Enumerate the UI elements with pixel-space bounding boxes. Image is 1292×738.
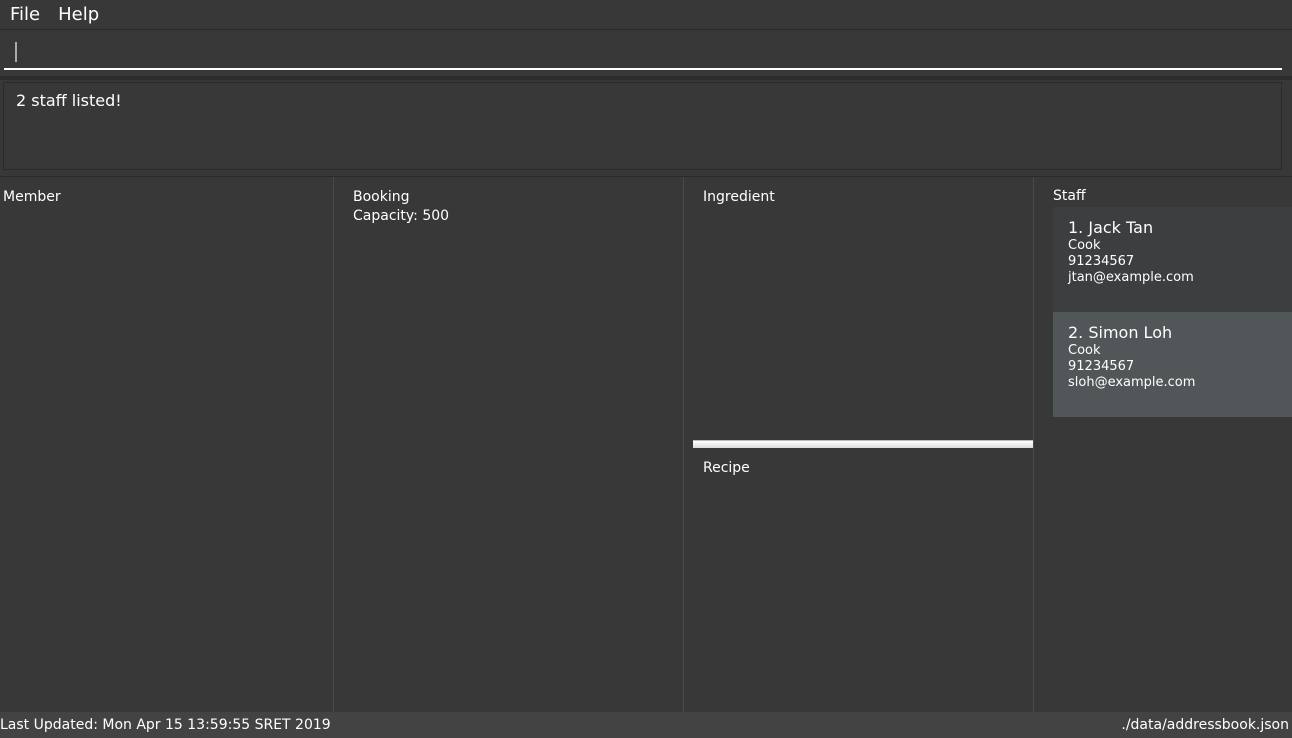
staff-role: Cook: [1068, 343, 1101, 358]
staff-card[interactable]: 1. Jack Tan Cook 91234567 jtan@example.c…: [1053, 207, 1292, 312]
staff-name: 2. Simon Loh: [1068, 323, 1173, 342]
staff-title: Staff: [1053, 188, 1086, 204]
staff-phone: 91234567: [1068, 254, 1135, 269]
split-pane-divider[interactable]: [693, 440, 1033, 448]
staff-phone: 91234567: [1068, 359, 1135, 374]
result-display: 2 staff listed!: [3, 82, 1282, 170]
staff-role: Cook: [1068, 238, 1101, 253]
status-bar: Last Updated: Mon Apr 15 13:59:55 SRET 2…: [0, 712, 1292, 738]
menu-bar: File Help: [0, 0, 1292, 30]
staff-card[interactable]: 2. Simon Loh Cook 91234567 sloh@example.…: [1053, 312, 1292, 417]
command-input[interactable]: [4, 34, 1282, 70]
panels: Member Booking Capacity: 500 Ingredient …: [0, 176, 1292, 712]
separator: [0, 76, 1292, 80]
recipe-title: Recipe: [703, 460, 750, 476]
text-caret: [15, 42, 17, 62]
member-title: Member: [3, 189, 61, 205]
booking-panel: Booking Capacity: 500: [334, 177, 684, 712]
save-location: ./data/addressbook.json: [1121, 717, 1289, 733]
booking-title: Booking: [353, 189, 410, 205]
staff-email: jtan@example.com: [1068, 270, 1194, 285]
booking-capacity: Capacity: 500: [353, 208, 450, 224]
menu-help[interactable]: Help: [58, 4, 99, 25]
staff-email: sloh@example.com: [1068, 375, 1196, 390]
ingredient-title: Ingredient: [703, 189, 775, 205]
last-updated: Last Updated: Mon Apr 15 13:59:55 SRET 2…: [0, 717, 331, 733]
member-panel: Member: [0, 177, 334, 712]
menu-file[interactable]: File: [10, 4, 40, 25]
staff-name: 1. Jack Tan: [1068, 218, 1154, 237]
